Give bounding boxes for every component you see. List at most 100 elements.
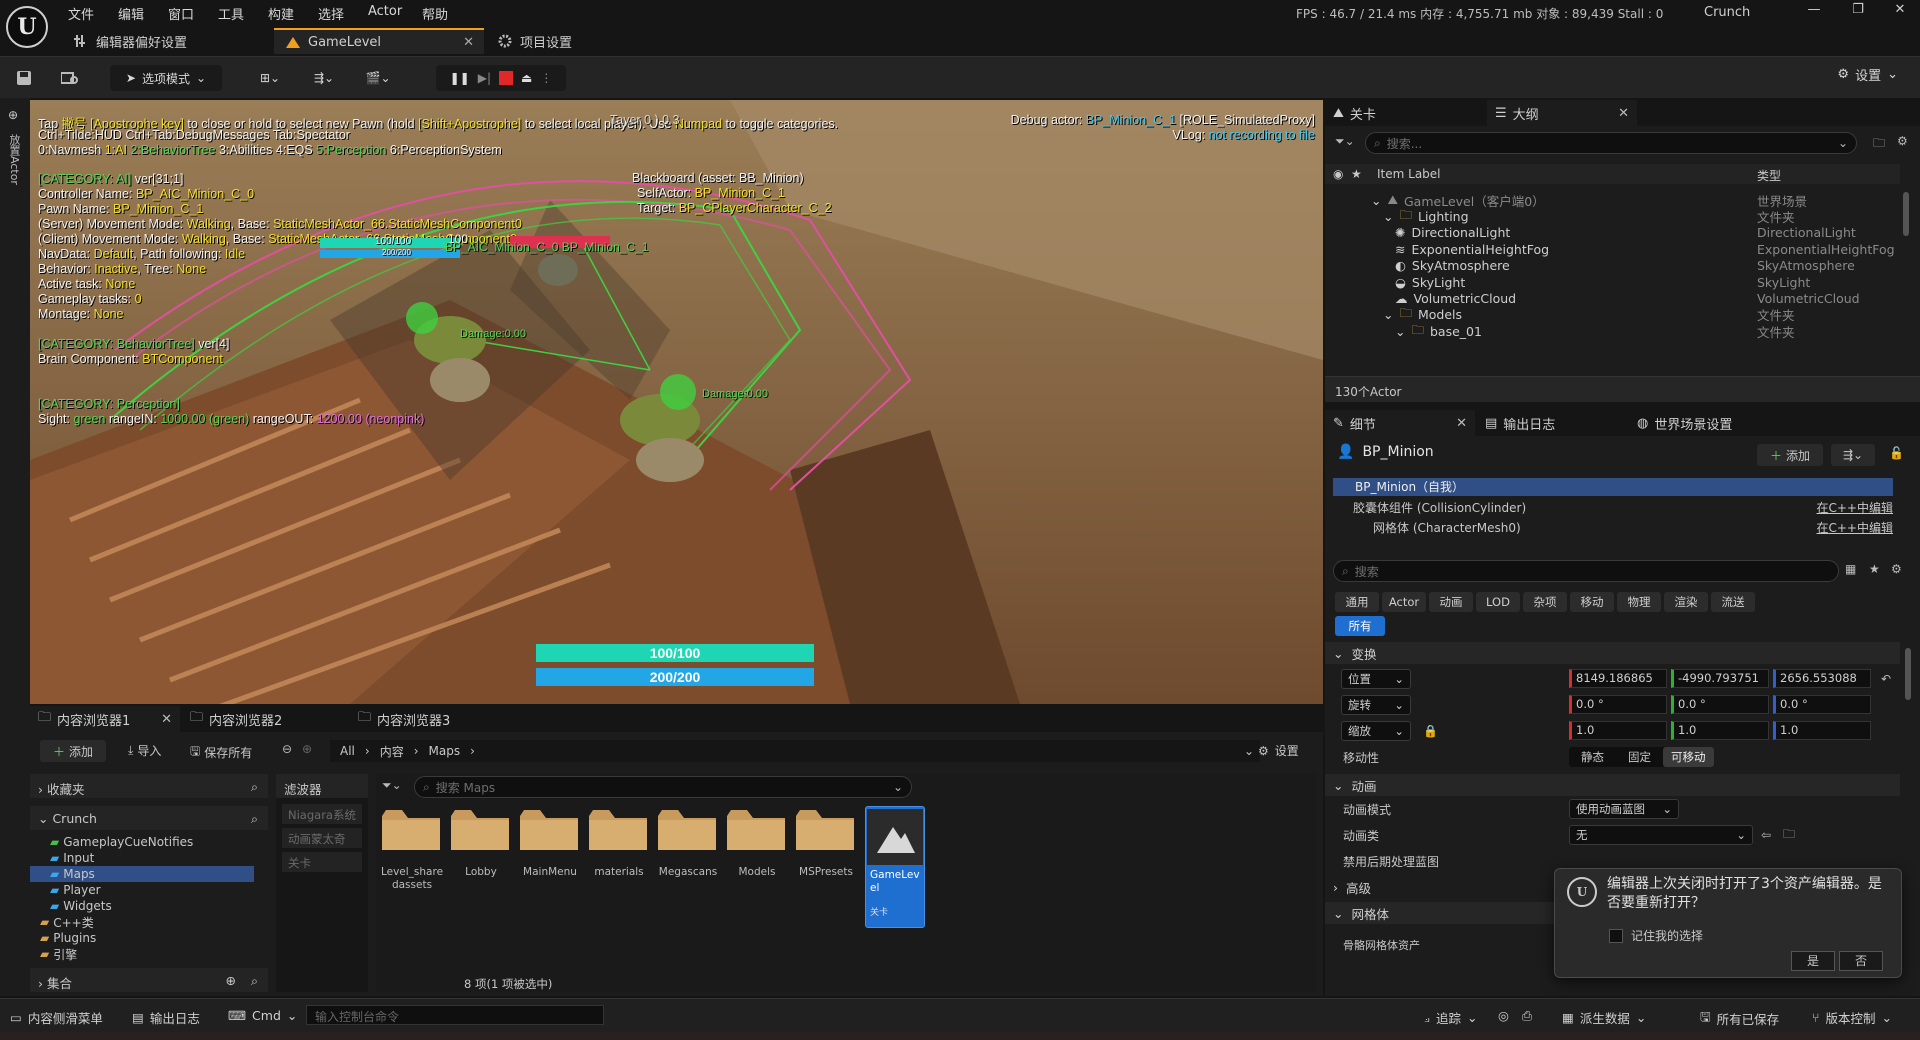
tab-editor-preferences[interactable]: 编辑器偏好设置: [62, 28, 272, 54]
folder-tree-item[interactable]: ▰ 引擎: [30, 946, 254, 962]
breadcrumb-maps[interactable]: Maps: [429, 744, 461, 758]
stop-icon[interactable]: [499, 71, 514, 85]
category-filter-button[interactable]: Actor: [1382, 592, 1426, 612]
expand-arrow-icon[interactable]: ⌄: [1371, 193, 1381, 208]
lock-icon[interactable]: 🔓: [1889, 446, 1904, 460]
menu-window[interactable]: 窗口: [168, 4, 194, 23]
content-settings-button[interactable]: ⚙ 设置: [1258, 742, 1299, 759]
scale-z[interactable]: 1.0: [1773, 721, 1871, 740]
project-header[interactable]: ⌄ Crunch ⌕: [30, 806, 268, 830]
folder-tree-item[interactable]: ▰ GameplayCueNotifies: [30, 834, 254, 850]
category-filter-button[interactable]: LOD: [1476, 592, 1520, 612]
close-tab-icon[interactable]: ✕: [161, 712, 172, 727]
asset-folder-tile[interactable]: Models: [725, 806, 789, 906]
anim-mode-dropdown[interactable]: 使用动画蓝图 ⌄: [1569, 799, 1679, 819]
category-filter-button[interactable]: 渲染: [1664, 592, 1708, 612]
add-component-button[interactable]: ＋添加: [1757, 444, 1823, 466]
unreal-logo-icon[interactable]: U: [6, 6, 48, 48]
scale-x[interactable]: 1.0: [1569, 721, 1667, 740]
mobility-stationary[interactable]: 固定: [1616, 749, 1663, 765]
section-transform[interactable]: ⌄ 变换: [1325, 642, 1900, 664]
derived-data-button[interactable]: ▦ 派生数据 ⌄: [1562, 1008, 1646, 1027]
category-filter-button[interactable]: 移动: [1570, 592, 1614, 612]
settings-button[interactable]: ⚙ 设置 ⌄: [1837, 65, 1898, 84]
edit-in-cpp-link[interactable]: 在C++中编辑: [1817, 498, 1894, 518]
asset-folder-tile[interactable]: materials: [587, 806, 651, 906]
content-drawer-button[interactable]: ▭ 内容侧滑菜单: [10, 1008, 103, 1027]
rotation-x[interactable]: 0.0 °: [1569, 695, 1667, 714]
add-collection-icon[interactable]: ⊕: [226, 973, 236, 988]
asset-folder-tile[interactable]: Megascans: [656, 806, 720, 906]
search-icon[interactable]: ⌕: [251, 973, 258, 989]
category-filter-button[interactable]: 动画: [1429, 592, 1473, 612]
trace-button[interactable]: ⟓ 追踪 ⌄: [1424, 1008, 1477, 1027]
mobility-static[interactable]: 静态: [1569, 749, 1616, 765]
expand-arrow-icon[interactable]: ⌄: [1395, 324, 1405, 339]
save-all-button[interactable]: 🖫 保存所有: [190, 742, 252, 763]
menu-help[interactable]: 帮助: [422, 4, 448, 23]
lock-icon[interactable]: 🔒: [1423, 724, 1438, 738]
grid-view-icon[interactable]: ▦: [1845, 562, 1856, 576]
selection-mode-dropdown[interactable]: ➤ 选项模式 ⌄: [110, 65, 222, 91]
cinematics-icon[interactable]: 🎬⌄: [358, 65, 398, 91]
maximize-button[interactable]: ❐: [1838, 2, 1878, 24]
folder-tree-item[interactable]: ▰ Maps: [30, 866, 254, 882]
eject-icon[interactable]: ⏏: [521, 71, 532, 85]
forward-icon[interactable]: ⊕: [302, 742, 312, 756]
star-icon[interactable]: ★: [1869, 562, 1880, 576]
tab-world-settings[interactable]: ◍ 世界场景设置: [1629, 410, 1789, 436]
scale-dropdown[interactable]: 缩放 ⌄: [1341, 721, 1411, 741]
place-actors-strip[interactable]: ⊕ 放置Actor: [0, 98, 30, 996]
component-row-capsule[interactable]: 胶囊体组件 (CollisionCylinder) 在C++中编辑: [1333, 498, 1893, 518]
asset-folder-tile[interactable]: MSPresets: [794, 806, 858, 906]
use-selected-icon[interactable]: ⇦: [1761, 828, 1771, 842]
outliner-scrollbar[interactable]: [1903, 192, 1909, 236]
menu-actor[interactable]: Actor: [368, 4, 402, 19]
output-log-button[interactable]: ▤ 输出日志: [132, 1008, 200, 1027]
more-options-icon[interactable]: ⋮: [540, 71, 552, 85]
location-x[interactable]: 8149.186865: [1569, 669, 1667, 688]
folder-tree-item[interactable]: ▰ Player: [30, 882, 254, 898]
details-search-input[interactable]: ⌕ 搜索: [1333, 560, 1839, 582]
reset-icon[interactable]: ↶: [1881, 672, 1891, 686]
tab-gamelevel[interactable]: GameLevel ✕: [274, 28, 484, 54]
breadcrumb-all[interactable]: All: [340, 744, 355, 758]
all-saved-button[interactable]: 🖫 所有已保存: [1700, 1008, 1779, 1029]
category-all-button[interactable]: 所有: [1335, 616, 1385, 636]
blueprint-options-button[interactable]: ⇶⌄: [1831, 444, 1875, 466]
filter-niagara[interactable]: Niagara系统: [282, 804, 362, 824]
asset-folder-tile[interactable]: MainMenu: [518, 806, 582, 906]
menu-tools[interactable]: 工具: [218, 4, 244, 23]
tab-content-browser-1[interactable]: 🗀 内容浏览器1 ✕: [30, 706, 180, 732]
console-input[interactable]: 输入控制台命令: [306, 1005, 604, 1025]
section-animation[interactable]: ⌄ 动画: [1325, 774, 1900, 796]
scale-y[interactable]: 1.0: [1671, 721, 1769, 740]
category-filter-button[interactable]: 流送: [1711, 592, 1755, 612]
asset-level-tile[interactable]: GameLevel 关卡: [865, 806, 925, 928]
category-filter-button[interactable]: 通用: [1335, 592, 1379, 612]
location-y[interactable]: -4990.793751: [1671, 669, 1769, 688]
tab-project-settings[interactable]: 项目设置: [486, 28, 646, 54]
outliner-row[interactable]: ⌄ 🗀 base_01 文件夹: [1325, 321, 1900, 341]
folder-tree-item[interactable]: ▰ Plugins: [30, 930, 254, 946]
asset-folder-tile[interactable]: Lobby: [449, 806, 513, 906]
record-icon[interactable]: ◎: [1498, 1008, 1509, 1023]
source-control-button[interactable]: ⑂ 版本控制 ⌄: [1812, 1008, 1892, 1027]
category-filter-button[interactable]: 物理: [1617, 592, 1661, 612]
chevron-down-icon[interactable]: ⌄: [1244, 744, 1254, 758]
minimize-button[interactable]: —: [1794, 2, 1834, 24]
step-icon[interactable]: ▶|: [478, 71, 491, 85]
component-row-self[interactable]: BP_Minion（自我）: [1333, 478, 1893, 496]
blueprint-icon[interactable]: ⇶⌄: [304, 65, 344, 91]
favorites-header[interactable]: › 收藏夹 ⌕: [30, 774, 268, 798]
pause-icon[interactable]: ❚❚: [450, 71, 470, 85]
menu-file[interactable]: 文件: [68, 4, 94, 23]
close-window-button[interactable]: ✕: [1880, 2, 1920, 24]
location-dropdown[interactable]: 位置 ⌄: [1341, 669, 1411, 689]
asset-search-input[interactable]: ⌕ 搜索 Maps ⌄: [414, 776, 912, 798]
expand-arrow-icon[interactable]: ⌄: [1383, 307, 1393, 322]
tab-output-log[interactable]: ▤ 输出日志: [1477, 410, 1627, 436]
close-tab-icon[interactable]: ✕: [1456, 416, 1467, 431]
breadcrumb-content[interactable]: 内容: [380, 743, 404, 760]
browse-icon[interactable]: 🗀: [1783, 825, 1795, 846]
